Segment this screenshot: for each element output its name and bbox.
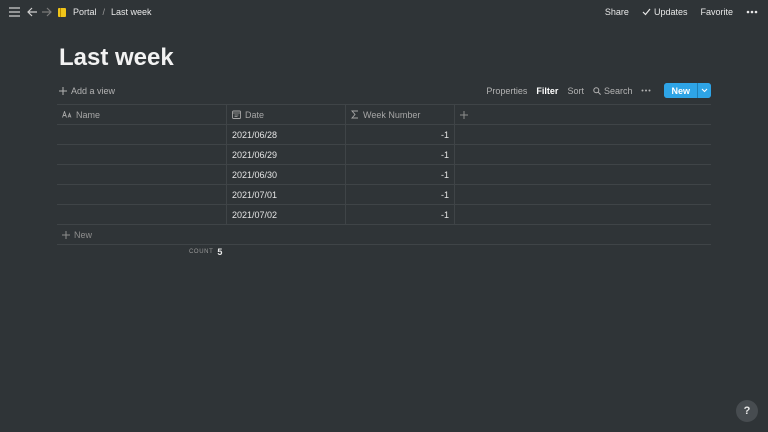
breadcrumb-separator: / (102, 7, 106, 17)
view-bar: Add a view Properties Filter Sort Search… (59, 83, 711, 98)
column-label-week-number: Week Number (363, 109, 421, 120)
column-header-name[interactable]: Name (57, 105, 227, 124)
topbar-actions: Share Updates Favorite (605, 5, 758, 19)
view-actions: Properties Filter Sort Search New (486, 83, 711, 98)
cell-date[interactable]: 2021/07/02 (227, 205, 346, 224)
breadcrumb-current[interactable]: Last week (111, 7, 152, 17)
cell-name[interactable] (57, 125, 227, 144)
plus-icon (62, 230, 70, 239)
count-value: 5 (217, 247, 223, 257)
cell-date[interactable]: 2021/07/01 (227, 185, 346, 204)
filter-button[interactable]: Filter (536, 86, 558, 96)
cell-date[interactable]: 2021/06/30 (227, 165, 346, 184)
new-button[interactable]: New (664, 83, 711, 98)
updates-button[interactable]: Updates (642, 7, 688, 17)
more-options-icon[interactable] (746, 10, 758, 14)
view-more-icon[interactable] (641, 89, 651, 92)
cell-empty (455, 145, 711, 164)
properties-button[interactable]: Properties (486, 86, 527, 96)
column-label-date: Date (245, 109, 265, 120)
forward-arrow-icon[interactable] (41, 5, 52, 19)
column-header-week-number[interactable]: Week Number (346, 105, 455, 124)
cell-name[interactable] (57, 205, 227, 224)
search-button[interactable]: Search (593, 85, 633, 96)
table-header: Name Date Week Number (57, 104, 711, 125)
table-row[interactable]: 2021/06/29 -1 (57, 145, 711, 165)
cell-week-number[interactable]: -1 (346, 185, 455, 204)
column-label-name: Name (76, 109, 101, 120)
table-row[interactable]: 2021/06/30 -1 (57, 165, 711, 185)
new-row-button[interactable]: New (57, 225, 711, 245)
cell-week-number[interactable]: -1 (346, 125, 455, 144)
cell-name[interactable] (57, 185, 227, 204)
add-view-label: Add a view (71, 85, 116, 96)
calendar-icon (232, 110, 241, 119)
sigma-icon (351, 110, 358, 119)
table-row[interactable]: 2021/07/01 -1 (57, 185, 711, 205)
cell-empty (455, 185, 711, 204)
updates-label: Updates (653, 7, 688, 17)
back-arrow-icon[interactable] (27, 5, 38, 19)
add-view-button[interactable]: Add a view (59, 86, 115, 96)
page-title[interactable]: Last week (59, 44, 174, 72)
cell-week-number[interactable]: -1 (346, 205, 455, 224)
add-property-button[interactable] (455, 105, 711, 124)
new-row-label: New (74, 229, 93, 240)
help-button[interactable]: ? (736, 400, 758, 422)
count-summary[interactable]: COUNT 5 (189, 247, 222, 257)
new-button-label[interactable]: New (664, 83, 697, 98)
cell-empty (455, 125, 711, 144)
column-header-date[interactable]: Date (227, 105, 346, 124)
cell-date[interactable]: 2021/06/29 (227, 145, 346, 164)
breadcrumb: Portal / Last week (58, 5, 152, 19)
share-button[interactable]: Share (605, 7, 629, 17)
cell-name[interactable] (57, 165, 227, 184)
favorite-button[interactable]: Favorite (700, 7, 733, 17)
breadcrumb-parent[interactable]: Portal (73, 7, 97, 17)
check-icon (642, 8, 651, 16)
page-icon (58, 7, 66, 17)
plus-icon (460, 110, 468, 119)
cell-name[interactable] (57, 145, 227, 164)
cell-date[interactable]: 2021/06/28 (227, 125, 346, 144)
cell-empty (455, 205, 711, 224)
cell-week-number[interactable]: -1 (346, 165, 455, 184)
count-label: COUNT (189, 249, 214, 255)
cell-week-number[interactable]: -1 (346, 145, 455, 164)
text-aa-icon (62, 111, 72, 118)
sort-button[interactable]: Sort (567, 86, 584, 96)
menu-icon[interactable] (9, 5, 20, 19)
chevron-down-icon[interactable] (697, 83, 711, 98)
top-bar: Portal / Last week Share Updates Favorit… (0, 0, 768, 24)
search-label: Search (603, 85, 633, 96)
plus-icon (59, 86, 67, 95)
table-row[interactable]: 2021/07/02 -1 (57, 205, 711, 225)
cell-empty (455, 165, 711, 184)
database-table: Name Date Week Number 2021/06/28 -1 2021… (57, 104, 711, 245)
search-icon (593, 86, 601, 95)
table-row[interactable]: 2021/06/28 -1 (57, 125, 711, 145)
